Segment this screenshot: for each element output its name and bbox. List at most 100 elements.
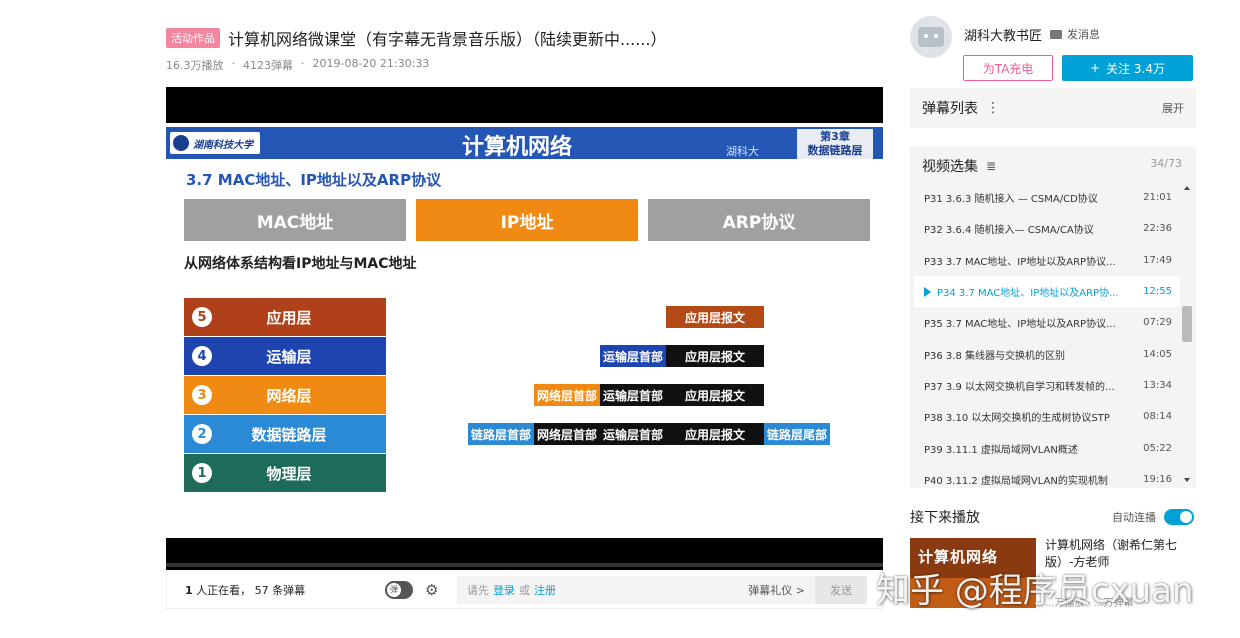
episode-title: P40 3.11.2 虚拟局域网VLAN的实现机制 <box>924 472 1143 487</box>
follow-button[interactable]: + 关注 3.4万 <box>1062 55 1193 81</box>
episode-duration: 17:49 <box>1143 255 1172 266</box>
video-player[interactable]: 湖南科技大学 计算机网络 湖科大 第3章 数据链路层 3.7 MAC地址、IP地… <box>166 87 883 570</box>
slide-tab-arp: ARP协议 <box>648 199 870 241</box>
layer-physical: 1 物理层 <box>184 454 386 492</box>
chapter-number: 第3章 <box>797 130 873 144</box>
video-subtitle: 数据链路层将封装好的协议数据单元向下交付给物理层。 <box>166 512 883 532</box>
episode-item[interactable]: P33 3.7 MAC地址、IP地址以及ARP协议...17:49 <box>914 245 1180 276</box>
episode-item[interactable]: P40 3.11.2 虚拟局域网VLAN的实现机制19:16 <box>914 464 1180 495</box>
charge-button[interactable]: 为TA充电 <box>963 55 1053 81</box>
video-page: 活动作品 计算机网络微课堂（有字幕无背景音乐版）（陆续更新中......） 16… <box>0 0 1240 638</box>
episode-title: P36 3.8 集线器与交换机的区别 <box>924 347 1143 362</box>
danmaku-send-bar: 1 人正在看， 57 条弹幕 ⚙ 请先 登录 或 注册 弹幕礼仪 > 发送 <box>166 571 883 609</box>
danmaku-list-panel[interactable]: 弹幕列表 ⋮ 展开 <box>910 88 1196 128</box>
packet-app-message: 应用层报文 <box>666 306 764 328</box>
list-view-icon[interactable]: ≣ <box>986 159 996 173</box>
viewer-count: 1 <box>185 584 193 597</box>
login-link[interactable]: 登录 <box>493 582 515 598</box>
layer-data-link: 2 数据链路层 <box>184 415 386 453</box>
episode-items: P31 3.6.3 随机接入 — CSMA/CD协议21:01P32 3.6.4… <box>914 182 1180 495</box>
episode-title: P32 3.6.4 随机接入— CSMA/CA协议 <box>924 221 1143 236</box>
slide-section-title: 3.7 MAC地址、IP地址以及ARP协议 <box>186 169 441 190</box>
layer-name: 数据链路层 <box>212 424 386 445</box>
episode-duration: 14:05 <box>1143 349 1172 360</box>
danmaku-settings-icon[interactable]: ⚙ <box>425 581 449 599</box>
danmaku-list-title: 弹幕列表 <box>922 98 978 118</box>
layer-transport: 4 运输层 <box>184 337 386 375</box>
episode-title: P31 3.6.3 随机接入 — CSMA/CD协议 <box>924 190 1143 205</box>
chapter-badge: 第3章 数据链路层 <box>797 129 873 159</box>
episode-scrollbar[interactable] <box>1182 186 1192 482</box>
university-logo-text: 湖南科技大学 <box>193 136 253 151</box>
layer-number: 4 <box>192 346 212 366</box>
episode-item[interactable]: P31 3.6.3 随机接入 — CSMA/CD协议21:01 <box>914 182 1180 213</box>
chapter-name: 数据链路层 <box>797 144 873 158</box>
slide-tab-ip: IP地址 <box>416 199 638 241</box>
follow-label: 关注 3.4万 <box>1106 60 1165 77</box>
expand-button[interactable]: 展开 <box>1162 100 1184 116</box>
layer-name: 运输层 <box>212 346 386 367</box>
episode-item[interactable]: P37 3.9 以太网交换机自学习和转发帧的...13:34 <box>914 370 1180 401</box>
layer-number: 3 <box>192 385 212 405</box>
danmaku-toggle[interactable] <box>385 581 413 599</box>
episode-duration: 12:55 <box>1143 286 1172 297</box>
episode-title: P38 3.10 以太网交换机的生成树协议STP <box>924 409 1143 424</box>
video-meta: 16.3万播放 · 4123弹幕 · 2019-08-20 21:30:33 <box>166 57 429 73</box>
meta-dot: · <box>301 57 305 73</box>
scroll-down-arrow-icon[interactable] <box>1184 478 1190 482</box>
layer-number: 2 <box>192 424 212 444</box>
packet-transport-header: 运输层首部 <box>600 423 666 445</box>
slide-school-name: 湖科大 <box>726 143 759 159</box>
layer-number: 1 <box>192 463 212 483</box>
next-up-header: 接下来播放 自动连播 <box>910 507 1196 527</box>
episode-item[interactable]: P32 3.6.4 随机接入— CSMA/CA协议22:36 <box>914 213 1180 244</box>
episode-item[interactable]: P34 3.7 MAC地址、IP地址以及ARP协...12:55 <box>914 276 1180 307</box>
scrollbar-thumb[interactable] <box>1182 306 1192 342</box>
uploader-avatar[interactable] <box>910 16 952 58</box>
more-options-icon[interactable]: ⋮ <box>986 100 1000 116</box>
packet-app-message: 应用层报文 <box>666 384 764 406</box>
layer-number: 5 <box>192 307 212 327</box>
send-message-link[interactable]: 发消息 <box>1050 26 1100 42</box>
video-title-row: 活动作品 计算机网络微课堂（有字幕无背景音乐版）（陆续更新中......） <box>166 26 667 50</box>
next-up-title: 接下来播放 <box>910 507 980 527</box>
packet-app-message: 应用层报文 <box>666 345 764 367</box>
packet-link-header: 链路层首部 <box>468 423 534 445</box>
autoplay-label: 自动连播 <box>1112 509 1156 525</box>
layer-application: 5 应用层 <box>184 298 386 336</box>
danmaku-input[interactable]: 请先 登录 或 注册 弹幕礼仪 > <box>457 576 815 604</box>
episode-title: P34 3.7 MAC地址、IP地址以及ARP协... <box>937 284 1143 299</box>
login-prompt-text: 请先 <box>467 582 489 598</box>
autoplay-toggle[interactable] <box>1164 509 1194 525</box>
uploader-name[interactable]: 湖科大教书匠 <box>964 25 1042 44</box>
episode-list-header: 视频选集 ≣ <box>922 156 996 176</box>
mail-icon <box>1050 30 1062 39</box>
viewer-status: 1 人正在看， 57 条弹幕 <box>185 582 385 598</box>
layer-network: 3 网络层 <box>184 376 386 414</box>
activity-tag[interactable]: 活动作品 <box>166 28 220 48</box>
episode-item[interactable]: P39 3.11.1 虚拟局域网VLAN概述05:22 <box>914 432 1180 463</box>
packet-transport-header: 运输层首部 <box>600 384 666 406</box>
now-playing-icon <box>924 287 931 297</box>
episode-item[interactable]: P36 3.8 集线器与交换机的区别14:05 <box>914 338 1180 369</box>
packet-link-trailer: 链路层尾部 <box>764 423 830 445</box>
layer-name: 物理层 <box>212 463 386 484</box>
slide-tab-mac: MAC地址 <box>184 199 406 241</box>
episode-duration: 22:36 <box>1143 223 1172 234</box>
video-title: 计算机网络微课堂（有字幕无背景音乐版）（陆续更新中......） <box>228 26 667 50</box>
layer-name: 网络层 <box>212 385 386 406</box>
episode-duration: 21:01 <box>1143 192 1172 203</box>
danmaku-etiquette-link[interactable]: 弹幕礼仪 > <box>748 582 805 598</box>
send-danmaku-button[interactable]: 发送 <box>815 576 867 604</box>
play-count: 16.3万播放 <box>166 57 224 73</box>
episode-title: P35 3.7 MAC地址、IP地址以及ARP协议... <box>924 315 1143 330</box>
episode-item[interactable]: P35 3.7 MAC地址、IP地址以及ARP协议...07:29 <box>914 307 1180 338</box>
episode-item[interactable]: P38 3.10 以太网交换机的生成树协议STP08:14 <box>914 401 1180 432</box>
university-emblem-icon <box>173 135 189 151</box>
progress-bar[interactable] <box>166 563 883 567</box>
scroll-up-arrow-icon[interactable] <box>1184 186 1190 190</box>
packet-app-message: 应用层报文 <box>666 423 764 445</box>
slide-subheading: 从网络体系结构看IP地址与MAC地址 <box>184 253 417 273</box>
packet-transport-header: 运输层首部 <box>600 345 666 367</box>
register-link[interactable]: 注册 <box>534 582 556 598</box>
